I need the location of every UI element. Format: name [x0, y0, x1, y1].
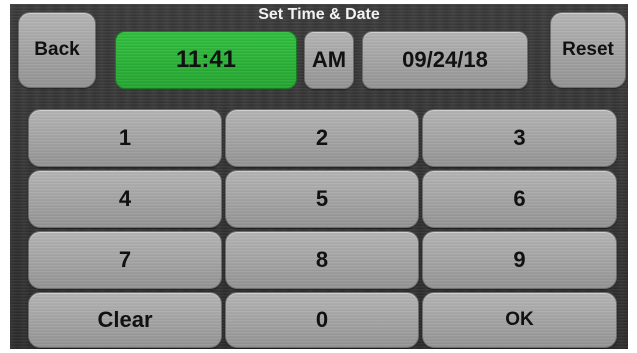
key-0[interactable]: 0 [225, 292, 419, 348]
key-8[interactable]: 8 [225, 231, 419, 289]
key-7[interactable]: 7 [28, 231, 222, 289]
ampm-toggle[interactable]: AM [304, 31, 354, 89]
clear-button[interactable]: Clear [28, 292, 222, 348]
reset-button[interactable]: Reset [550, 12, 626, 88]
key-4[interactable]: 4 [28, 170, 222, 228]
key-9[interactable]: 9 [422, 231, 617, 289]
time-field[interactable]: 11:41 [115, 31, 297, 89]
key-5[interactable]: 5 [225, 170, 419, 228]
page-title: Set Time & Date [258, 6, 380, 23]
key-1[interactable]: 1 [28, 109, 222, 167]
date-field[interactable]: 09/24/18 [362, 31, 528, 89]
back-button[interactable]: Back [18, 12, 96, 88]
ok-button[interactable]: OK [422, 292, 617, 348]
key-6[interactable]: 6 [422, 170, 617, 228]
key-2[interactable]: 2 [225, 109, 419, 167]
time-date-screen: Set Time & Date Back 11:41 AM 09/24/18 R… [10, 4, 628, 349]
key-3[interactable]: 3 [422, 109, 617, 167]
